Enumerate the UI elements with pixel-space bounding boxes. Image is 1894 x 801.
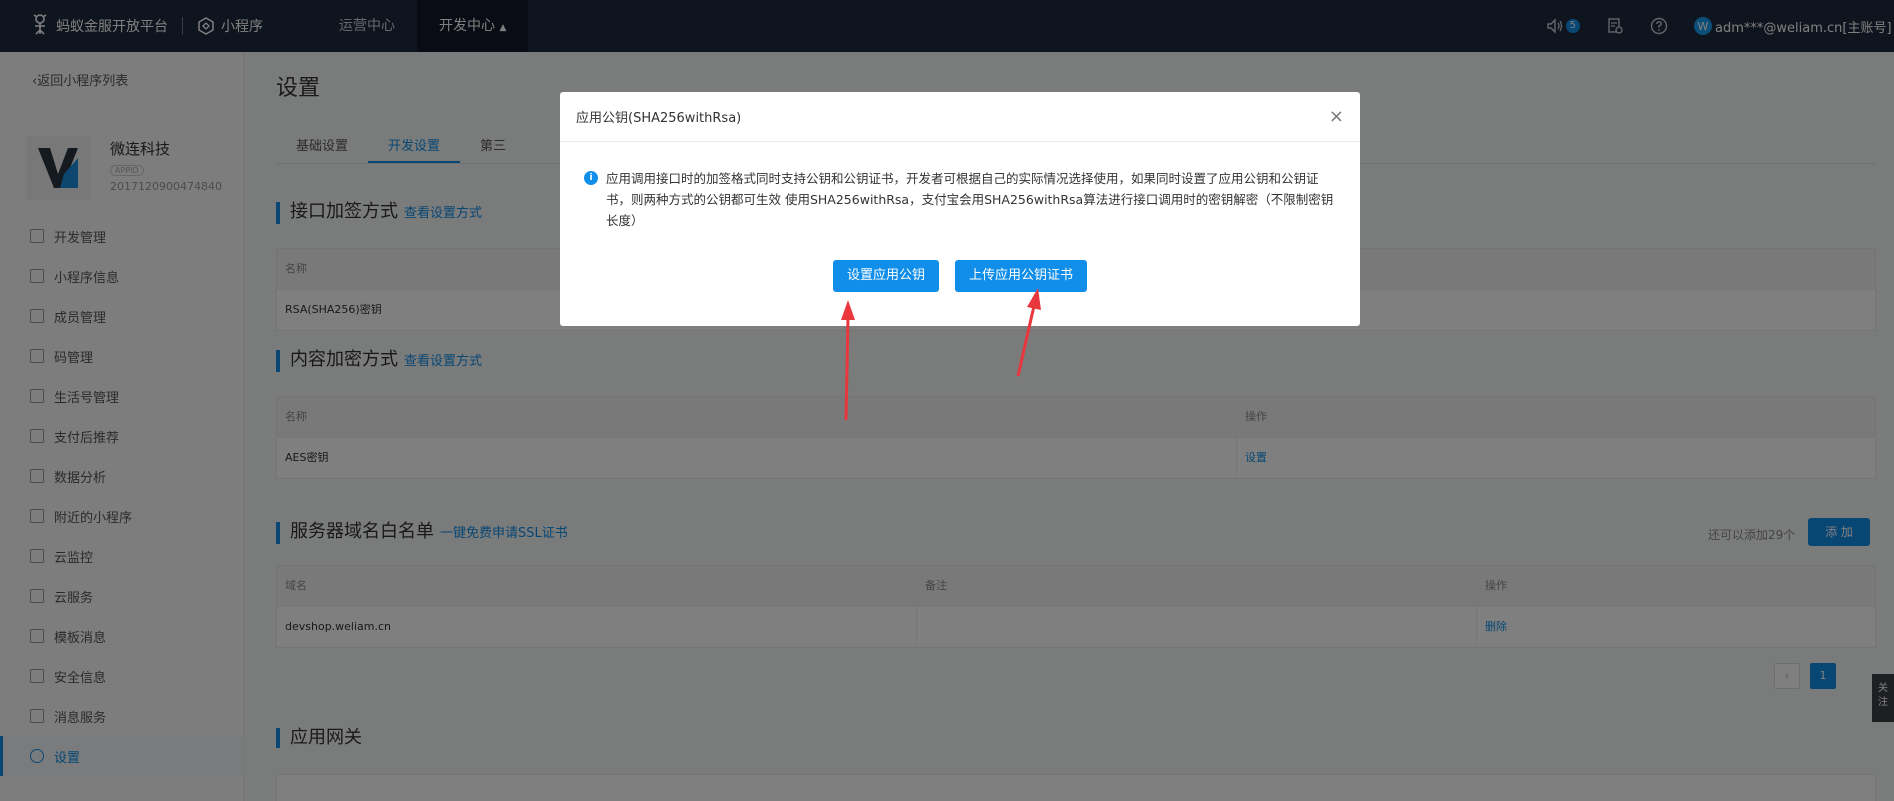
annotation-arrows: [841, 288, 1041, 421]
arrow-to-set-key: [841, 300, 855, 421]
arrow-to-upload-cert: [1016, 288, 1041, 377]
